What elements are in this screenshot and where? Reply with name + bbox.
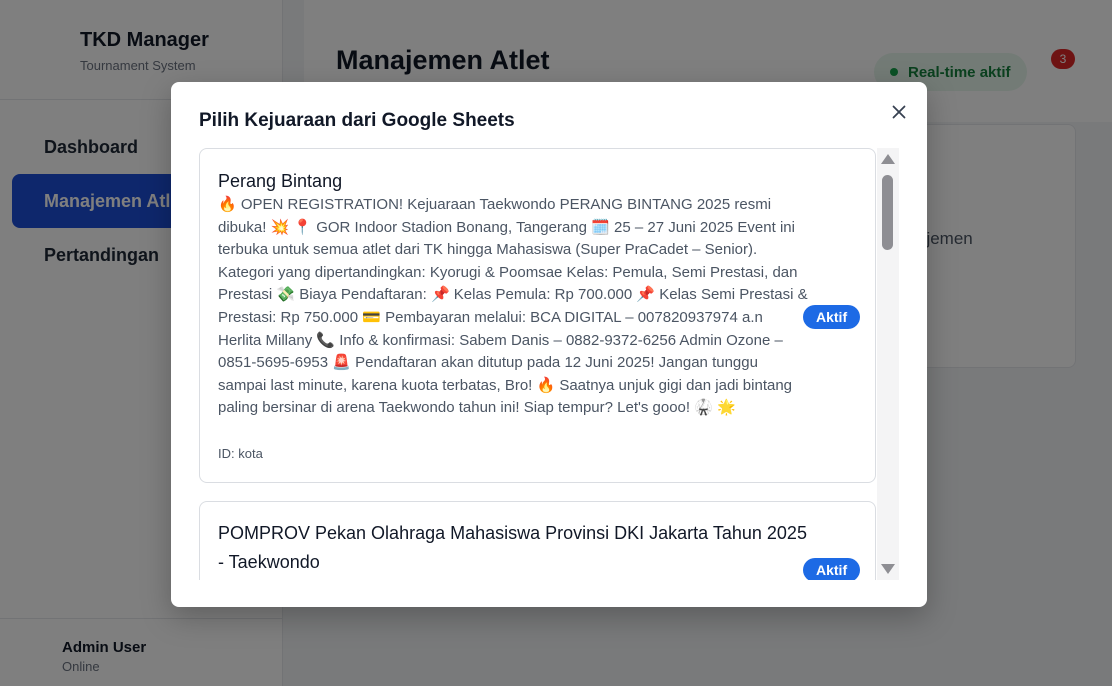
status-badge: Aktif <box>803 305 861 329</box>
status-badge: Aktif <box>803 558 861 580</box>
tournament-list[interactable]: Perang Bintang 🔥 OPEN REGISTRATION! Keju… <box>199 148 899 580</box>
modal-title: Pilih Kejuaraan dari Google Sheets <box>199 110 515 131</box>
tournament-name: Perang Bintang <box>218 171 343 191</box>
tournament-name: POMPROV Pekan Olahraga Mahasiswa Provins… <box>218 523 807 572</box>
scroll-up-button[interactable] <box>880 152 896 166</box>
tournament-picker-modal: Pilih Kejuaraan dari Google Sheets Peran… <box>171 82 927 607</box>
tournament-description: 🔥 OPEN REGISTRATION! Kejuaraan Taekwondo… <box>218 196 808 417</box>
triangle-up-icon <box>881 154 895 164</box>
tournament-id: ID: kota <box>218 446 263 461</box>
close-button[interactable] <box>885 98 913 126</box>
scrollbar-thumb[interactable] <box>882 175 893 250</box>
scrollbar[interactable] <box>877 148 899 580</box>
close-icon <box>892 105 906 119</box>
tournament-card[interactable]: Perang Bintang 🔥 OPEN REGISTRATION! Keju… <box>199 148 876 483</box>
scroll-down-button[interactable] <box>880 562 896 576</box>
tournament-card[interactable]: POMPROV Pekan Olahraga Mahasiswa Provins… <box>199 501 876 580</box>
triangle-down-icon <box>881 564 895 574</box>
